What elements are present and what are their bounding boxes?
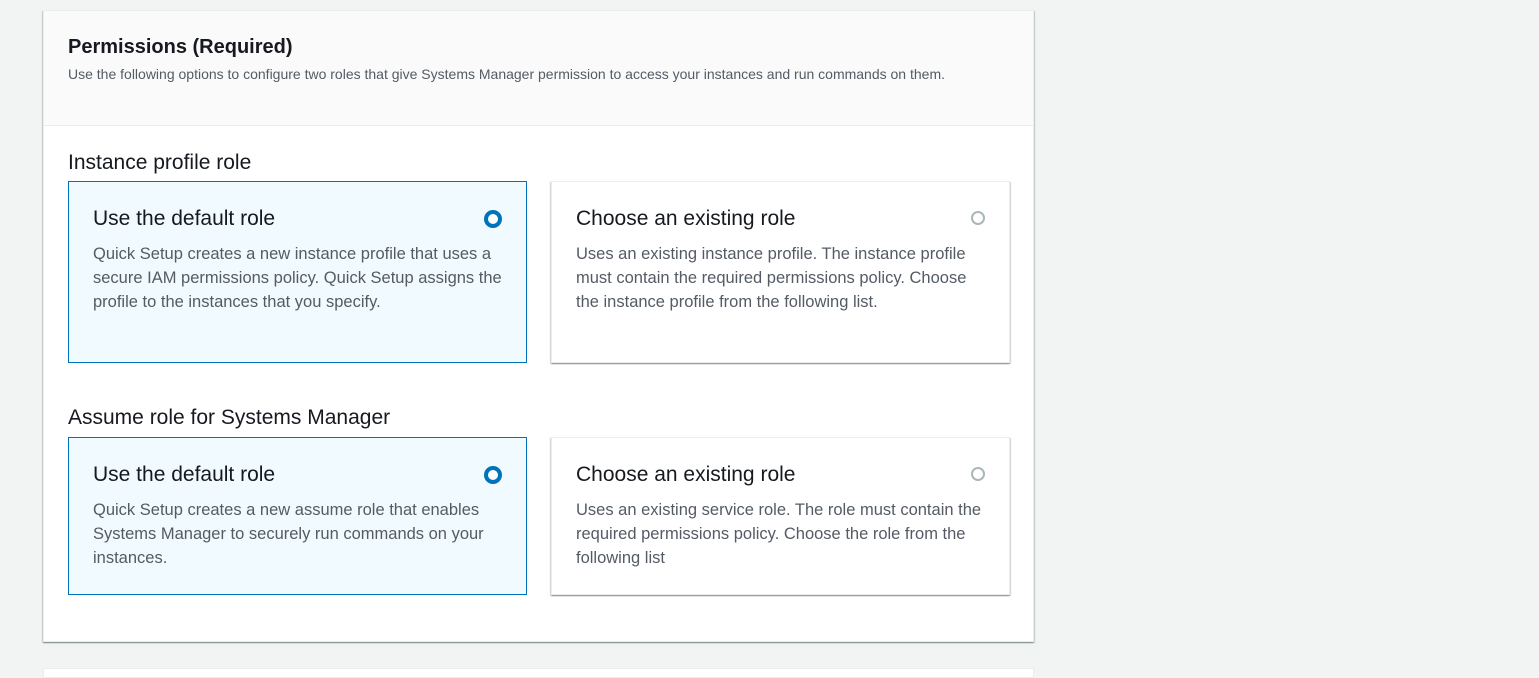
tile-description: Uses an existing service role. The role … [576, 501, 982, 567]
next-panel-edge [43, 668, 1034, 678]
instance-profile-default-role-tile[interactable]: Use the default role Quick Setup creates… [68, 181, 527, 363]
radio-button-selected[interactable] [484, 210, 502, 228]
tile-title: Use the default role [93, 463, 276, 486]
tile-description: Uses an existing instance profile. The i… [576, 245, 967, 311]
radio-button-selected[interactable] [484, 466, 502, 484]
tile-title: Use the default role [93, 207, 276, 230]
assume-role-label: Assume role for Systems Manager [68, 406, 391, 429]
assume-role-existing-role-tile[interactable]: Choose an existing role Uses an existing… [551, 437, 1010, 595]
panel-title: Permissions (Required) [68, 36, 293, 58]
tile-description: Quick Setup creates a new assume role th… [93, 501, 484, 567]
radio-button-unselected[interactable] [971, 211, 985, 225]
instance-profile-role-label: Instance profile role [68, 151, 252, 174]
tile-description: Quick Setup creates a new instance profi… [93, 245, 502, 311]
assume-role-default-role-tile[interactable]: Use the default role Quick Setup creates… [68, 437, 527, 595]
panel-header: Permissions (Required) Use the following… [44, 11, 1033, 126]
radio-button-unselected[interactable] [971, 467, 985, 481]
panel-description: Use the following options to configure t… [68, 66, 945, 82]
permissions-panel: Permissions (Required) Use the following… [43, 10, 1034, 642]
instance-profile-existing-role-tile[interactable]: Choose an existing role Uses an existing… [551, 181, 1010, 363]
tile-title: Choose an existing role [576, 463, 796, 486]
tile-title: Choose an existing role [576, 207, 796, 230]
